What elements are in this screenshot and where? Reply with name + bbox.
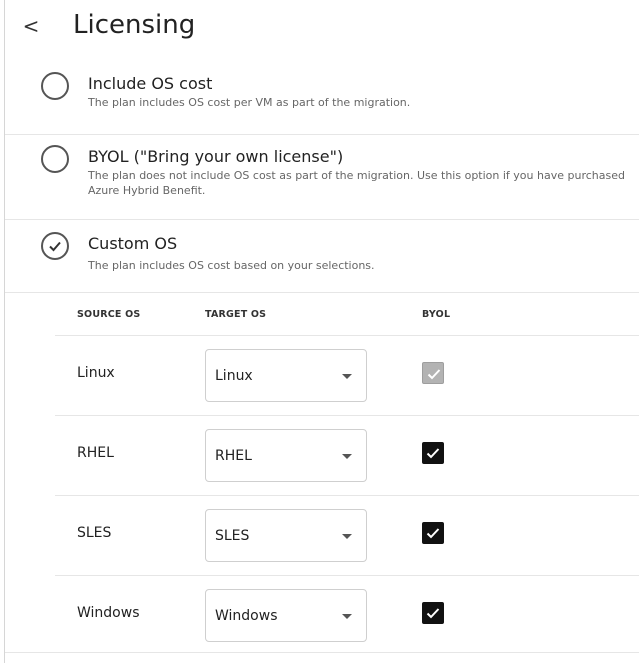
- source-os-label: Linux: [77, 365, 115, 381]
- option-title: Include OS cost: [88, 74, 213, 93]
- target-os-dropdown[interactable]: Windows: [205, 589, 367, 642]
- byol-checkbox[interactable]: [422, 362, 444, 384]
- byol-checkbox[interactable]: [422, 442, 444, 464]
- target-os-dropdown[interactable]: Linux: [205, 349, 367, 402]
- column-header-byol: BYOL: [422, 309, 451, 320]
- checkmark-icon: [426, 608, 440, 619]
- option-title: Custom OS: [88, 234, 178, 253]
- radio-include-os-cost[interactable]: [41, 72, 69, 100]
- option-custom-os[interactable]: Custom OS The plan includes OS cost base…: [5, 220, 639, 293]
- checkmark-icon: [426, 528, 440, 539]
- licensing-panel: < Licensing Include OS cost The plan inc…: [4, 0, 639, 663]
- checkmark-icon: [427, 369, 441, 380]
- divider: [5, 652, 639, 663]
- option-byol[interactable]: BYOL ("Bring your own license") The plan…: [5, 135, 639, 220]
- caret-down-icon: [342, 614, 352, 619]
- byol-checkbox[interactable]: [422, 602, 444, 624]
- target-os-dropdown[interactable]: SLES: [205, 509, 367, 562]
- radio-byol[interactable]: [41, 145, 69, 173]
- source-os-label: Windows: [77, 605, 140, 621]
- table-row: Linux Linux: [55, 335, 639, 415]
- source-os-label: RHEL: [77, 445, 114, 461]
- radio-custom-os[interactable]: [41, 232, 69, 260]
- caret-down-icon: [342, 374, 352, 379]
- column-header-source-os: SOURCE OS: [77, 309, 141, 320]
- table-row: SLES SLES: [55, 495, 639, 575]
- byol-checkbox[interactable]: [422, 522, 444, 544]
- checkmark-icon: [426, 448, 440, 459]
- option-include-os-cost[interactable]: Include OS cost The plan includes OS cos…: [5, 62, 639, 135]
- dropdown-value: Linux: [215, 368, 253, 384]
- option-title: BYOL ("Bring your own license"): [88, 147, 344, 166]
- table-row: Windows Windows: [55, 575, 639, 655]
- caret-down-icon: [342, 534, 352, 539]
- source-os-label: SLES: [77, 525, 112, 541]
- option-description: The plan includes OS cost per VM as part…: [88, 96, 411, 109]
- caret-down-icon: [342, 454, 352, 459]
- dropdown-value: RHEL: [215, 448, 252, 464]
- back-chevron-icon[interactable]: <: [21, 14, 41, 38]
- page-title: Licensing: [73, 10, 196, 40]
- checkmark-icon: [49, 241, 61, 252]
- target-os-dropdown[interactable]: RHEL: [205, 429, 367, 482]
- dropdown-value: Windows: [215, 608, 278, 624]
- column-header-target-os: TARGET OS: [205, 309, 267, 320]
- dropdown-value: SLES: [215, 528, 250, 544]
- table-row: RHEL RHEL: [55, 415, 639, 495]
- option-description: The plan includes OS cost based on your …: [88, 259, 375, 272]
- option-description: The plan does not include OS cost as par…: [88, 169, 625, 197]
